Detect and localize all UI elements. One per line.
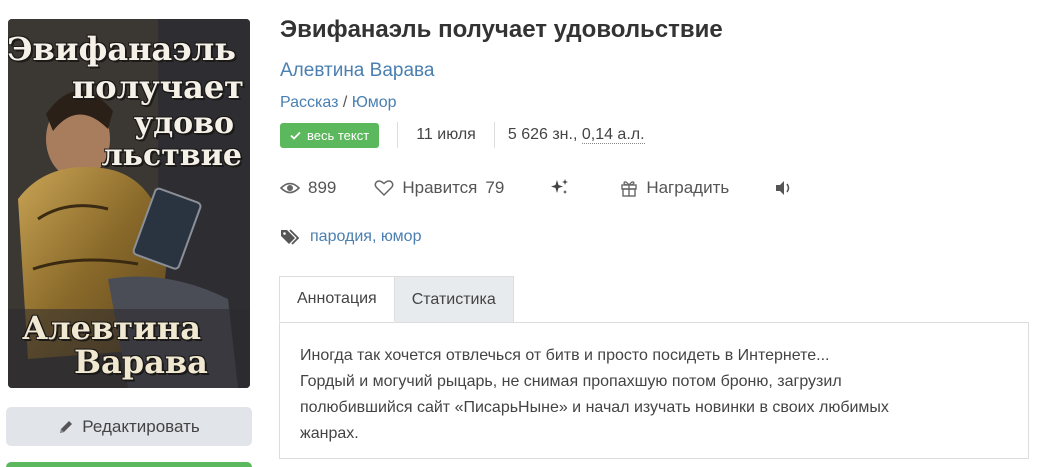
reward-label: Наградить — [646, 178, 730, 197]
tags-row: пародия, юмор — [280, 228, 421, 246]
tag-separator: , — [371, 228, 377, 245]
views-counter: 899 — [280, 178, 336, 198]
genre-link[interactable]: Рассказ — [280, 94, 338, 111]
edit-button[interactable]: Редактировать — [6, 407, 252, 446]
annotation-line: Иногда так хочется отвлечься от битв и п… — [300, 347, 830, 364]
book-title: Эвифанаэль получает удовольствие — [280, 16, 723, 43]
annotation-line: жанрах. — [300, 425, 359, 442]
speaker-icon[interactable] — [775, 180, 793, 196]
green-action-button-edge[interactable] — [6, 462, 252, 467]
genre-link[interactable]: Юмор — [352, 94, 397, 111]
tag-list: пародия, юмор — [310, 228, 421, 246]
annotation-panel: Иногда так хочется отвлечься от битв и п… — [279, 322, 1029, 459]
gift-icon — [620, 179, 638, 197]
annotation-line: Гордый и могучий рыцарь, не снимая пропа… — [300, 373, 842, 390]
cover-title-line: получает — [71, 68, 244, 106]
cover-author-line: Варава — [74, 343, 208, 381]
likes-count: 79 — [485, 178, 505, 197]
like-label: Нравится — [402, 178, 478, 197]
genre-breadcrumb: Рассказ / Юмор — [280, 94, 397, 112]
text-size-chars: 5 626 зн., — [507, 126, 582, 143]
like-button[interactable]: Нравится 79 — [374, 178, 504, 198]
book-meta-row: весь текст 11 июля 5 626 зн., 0,14 а.л. — [280, 122, 645, 148]
cover-title-line: льствие — [101, 138, 242, 173]
views-count: 899 — [308, 178, 337, 197]
edit-button-label: Редактировать — [82, 416, 200, 436]
tag-link[interactable]: юмор — [381, 228, 422, 245]
text-size-author-sheets[interactable]: 0,14 а.л. — [581, 126, 645, 144]
tag-link[interactable]: пародия — [310, 228, 372, 245]
cover-author-line: Алевтина — [22, 309, 201, 347]
pencil-icon — [58, 419, 74, 435]
publication-date: 11 июля — [416, 126, 476, 143]
full-text-badge: весь текст — [280, 122, 380, 148]
tags-icon — [280, 228, 302, 246]
cover-title-line: удово — [133, 106, 234, 141]
text-size: 5 626 зн., 0,14 а.л. — [495, 126, 645, 144]
tab-bar: Аннотация Статистика — [279, 276, 514, 322]
tab-annotation[interactable]: Аннотация — [279, 276, 395, 322]
cover-title-line: Эвифанаэль — [8, 30, 236, 68]
tab-statistics[interactable]: Статистика — [394, 276, 514, 322]
full-text-badge-label: весь текст — [307, 127, 370, 143]
author-link[interactable]: Алевтина Варава — [280, 60, 434, 82]
stats-row: 899 Нравится 79 Наградить — [280, 176, 793, 200]
book-cover[interactable]: Эвифанаэль получает удово льствие Алевти… — [8, 19, 250, 388]
check-icon — [290, 131, 301, 140]
sparkles-icon[interactable] — [550, 178, 570, 198]
eye-icon — [280, 181, 300, 195]
annotation-line: полюбившийся сайт «ПисарьНыне» и начал и… — [300, 399, 889, 416]
genre-separator: / — [338, 94, 352, 111]
reward-button[interactable]: Наградить — [620, 178, 729, 198]
heart-icon — [374, 179, 394, 197]
